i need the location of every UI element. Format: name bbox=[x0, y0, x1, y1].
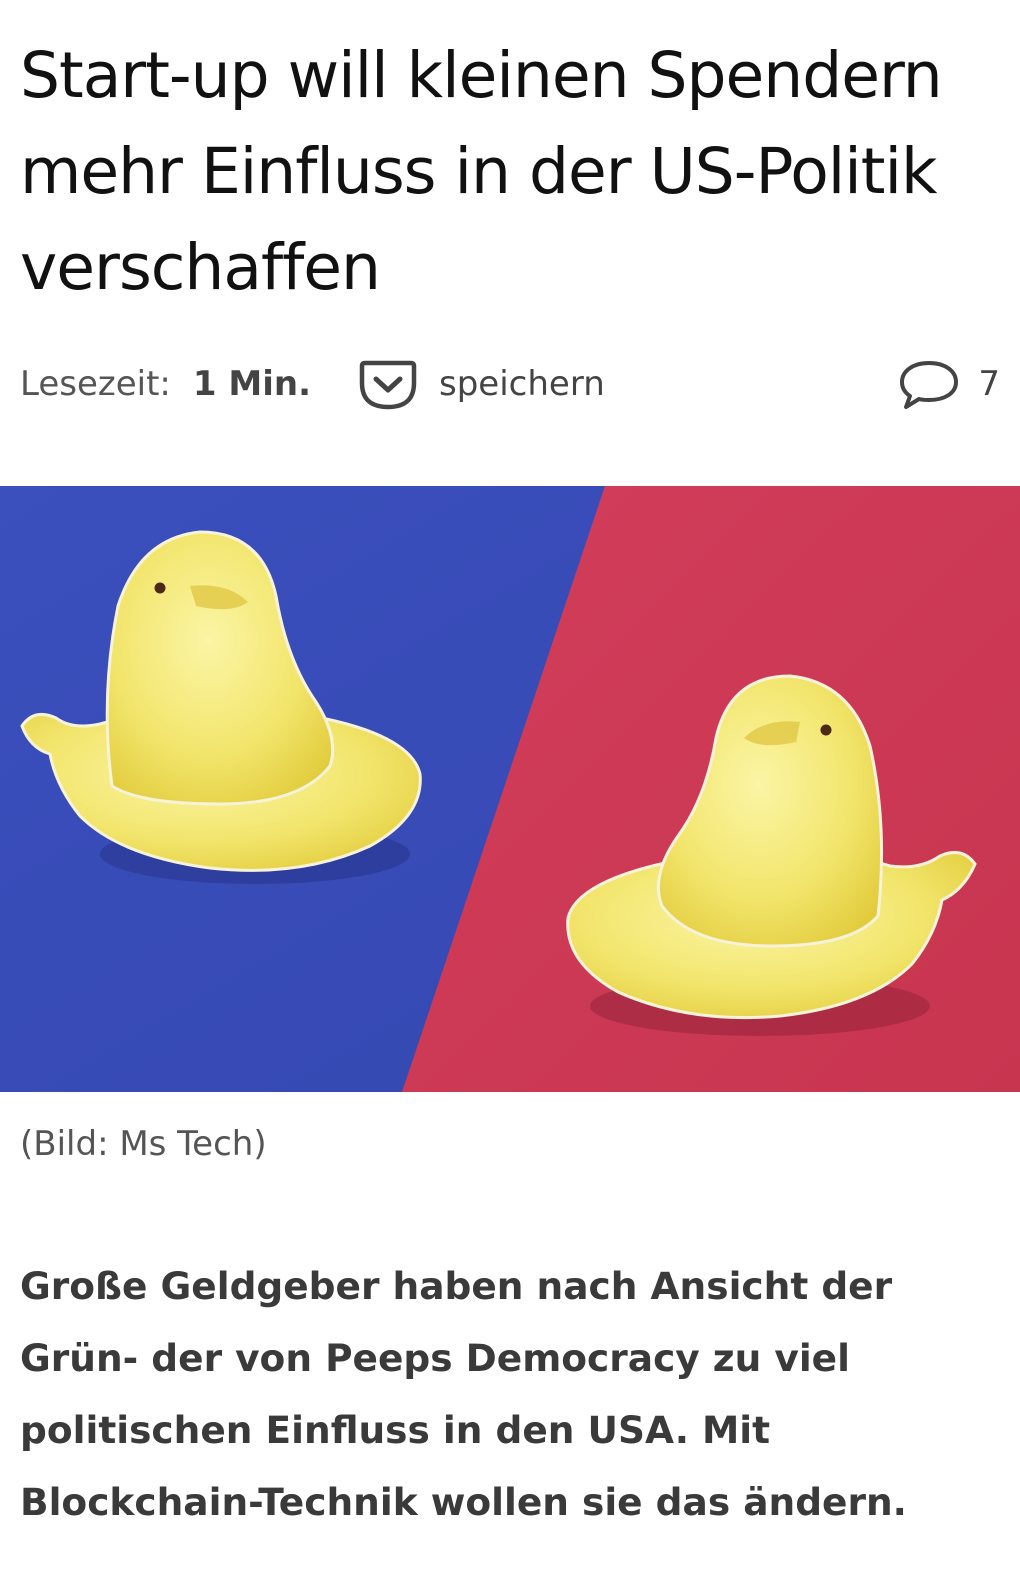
save-label: speichern bbox=[439, 364, 605, 404]
article-lead: Große Geldgeber haben nach Ansicht der G… bbox=[20, 1264, 907, 1524]
article-hero-image bbox=[0, 486, 1020, 1092]
article-headline: Start-up will kleinen Spendern mehr Einf… bbox=[20, 39, 943, 304]
article-meta-bar: Lesezeit: 1 Min. speichern 7 bbox=[20, 352, 1000, 416]
reading-time-value: 1 Min. bbox=[192, 364, 312, 404]
pocket-save-icon bbox=[359, 355, 417, 413]
comments-link[interactable]: 7 bbox=[898, 355, 1000, 413]
comment-count: 7 bbox=[978, 364, 1000, 404]
image-caption: (Bild: Ms Tech) bbox=[20, 1124, 267, 1164]
comment-bubble-icon bbox=[898, 355, 960, 413]
save-button[interactable]: speichern bbox=[359, 355, 605, 413]
reading-time-label: Lesezeit: bbox=[20, 364, 171, 404]
